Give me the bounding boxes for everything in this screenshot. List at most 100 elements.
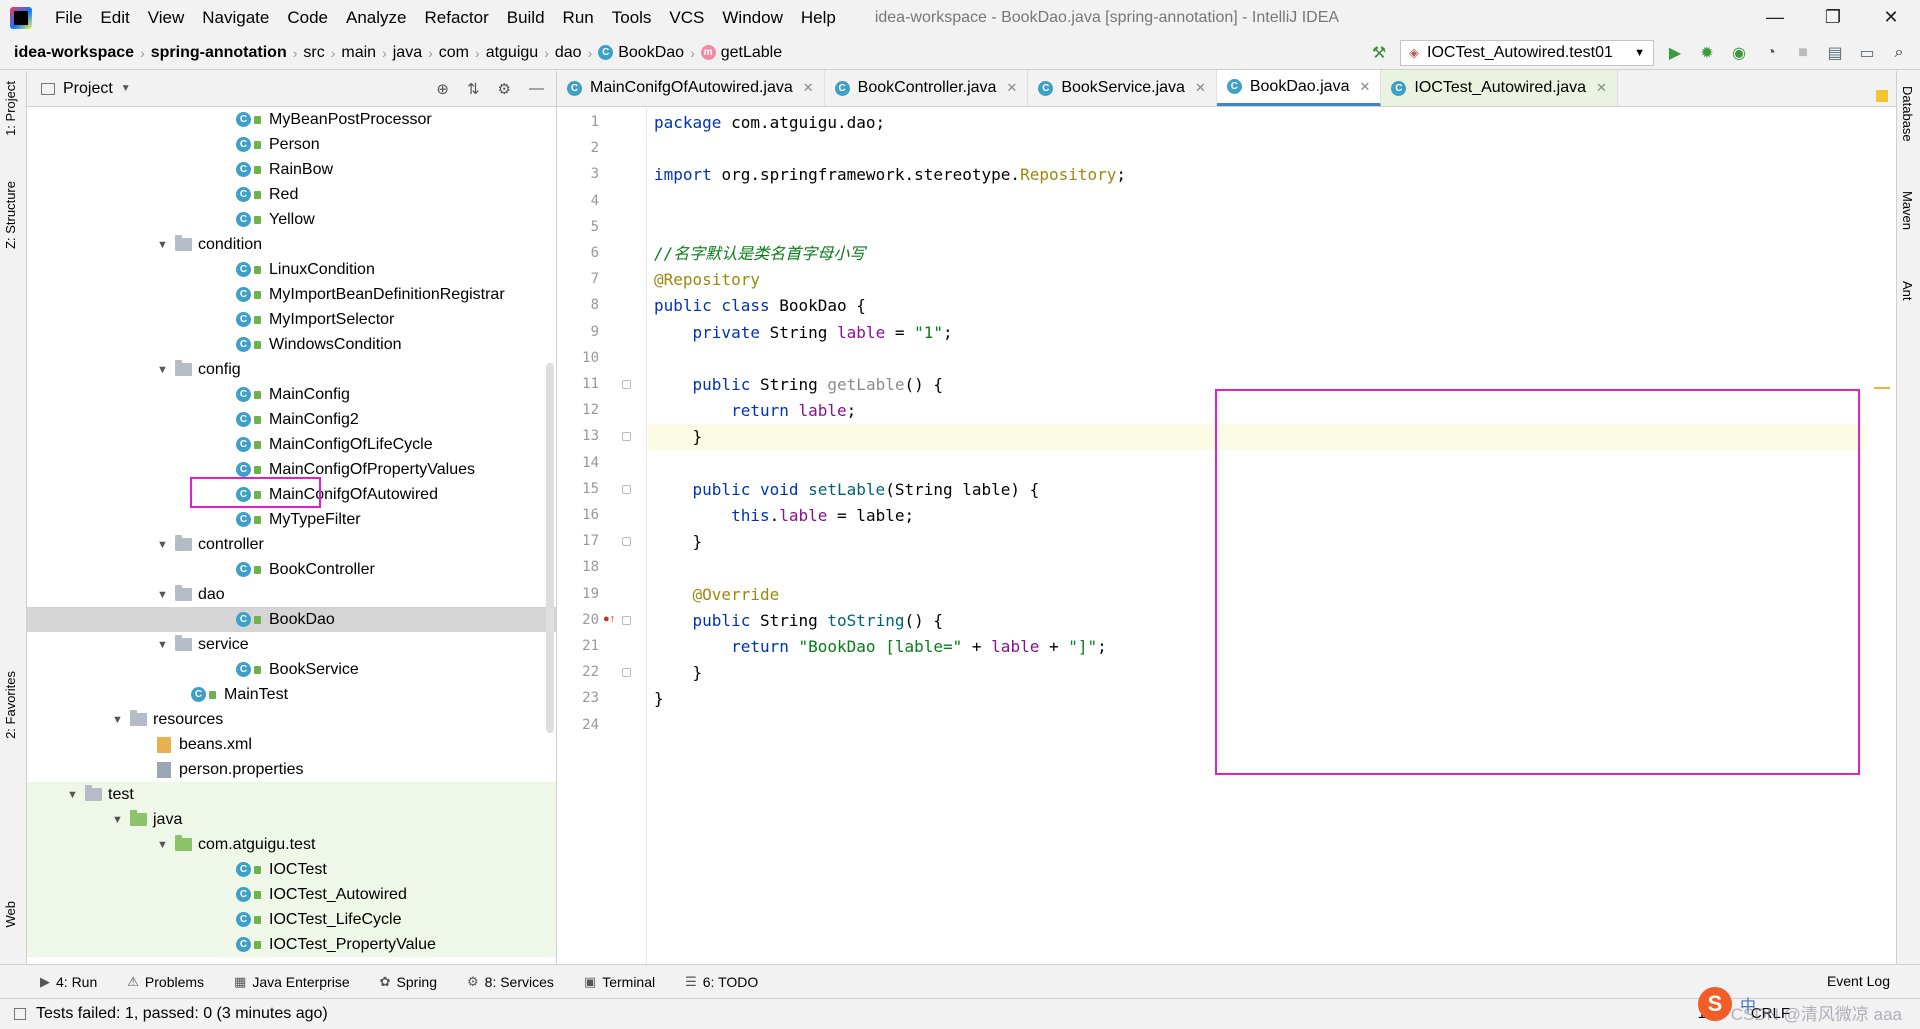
code-line[interactable] [648,451,1866,477]
project-tool-tab[interactable]: 1: Project [3,81,18,136]
tree-item[interactable]: ▼ resources [27,707,556,732]
editor-tab[interactable]: C BookController.java ✕ [825,70,1029,106]
menu-item-refactor[interactable]: Refactor [415,8,497,28]
tree-item[interactable]: C LinuxCondition [27,257,556,282]
menu-item-tools[interactable]: Tools [603,8,661,28]
tool-window-button[interactable]: ☰ 6: TODO [685,974,758,990]
code-line[interactable]: public class BookDao { [648,293,1866,319]
tool-window-button[interactable]: ⚙ 8: Services [467,974,554,990]
tree-item[interactable]: ▼ service [27,632,556,657]
breadcrumb-item[interactable]: BookDao [618,44,684,62]
fold-marker-icon[interactable] [622,380,631,389]
project-panel-title[interactable]: Project [63,80,113,98]
editor-tab[interactable]: C MainConifgOfAutowired.java ✕ [557,70,825,106]
tool-window-button[interactable]: ▣ Terminal [584,974,655,990]
code-line[interactable]: @Override [648,582,1866,608]
tree-scrollbar[interactable] [546,363,554,733]
stop-icon[interactable]: ■ [1792,42,1814,64]
build-hammer-icon[interactable]: ⚒ [1368,42,1390,64]
tree-item[interactable]: person.properties [27,757,556,782]
fold-marker-icon[interactable] [622,432,631,442]
code-editor[interactable]: package com.atguigu.dao; import org.sprin… [648,108,1866,964]
tree-item[interactable]: C MyBeanPostProcessor [27,107,556,132]
hide-icon[interactable]: — [529,80,544,98]
menu-item-build[interactable]: Build [498,8,554,28]
minimize-button[interactable]: — [1746,0,1804,36]
tree-item[interactable]: ▼ controller [27,532,556,557]
menu-item-edit[interactable]: Edit [91,8,138,28]
chevron-down-icon[interactable]: ▼ [121,83,131,94]
code-line[interactable]: package com.atguigu.dao; [648,110,1866,136]
close-icon[interactable]: ✕ [1006,80,1017,96]
tree-item[interactable]: C MyImportBeanDefinitionRegistrar [27,282,556,307]
expand-triangle-icon[interactable]: ▼ [112,714,130,726]
breadcrumb-item[interactable]: dao [555,44,582,62]
tree-item[interactable]: C MainConfig [27,382,556,407]
expand-triangle-icon[interactable]: ▼ [157,239,175,251]
menu-item-window[interactable]: Window [713,8,791,28]
tool-window-button[interactable]: ▦ Java Enterprise [234,974,350,990]
expand-triangle-icon[interactable]: ▼ [157,839,175,851]
expand-triangle-icon[interactable]: ▼ [157,539,175,551]
tree-item[interactable]: C IOCTest_Autowired [27,882,556,907]
code-line[interactable]: import org.springframework.stereotype.Re… [648,162,1866,188]
event-log-button[interactable]: Event Log [1827,973,1890,989]
tree-item[interactable]: C BookService [27,657,556,682]
tree-item[interactable]: C MainTest [27,682,556,707]
tree-item[interactable]: ▼ com.atguigu.test [27,832,556,857]
breadcrumb-item[interactable]: idea-workspace [14,44,134,62]
layout-icon[interactable]: ▭ [1856,42,1878,64]
code-line[interactable] [648,713,1866,739]
menu-item-view[interactable]: View [139,8,194,28]
close-icon[interactable]: ✕ [1359,79,1370,95]
tool-window-button[interactable]: ✿ Spring [380,974,437,990]
menu-item-analyze[interactable]: Analyze [337,8,415,28]
close-icon[interactable]: ✕ [1596,80,1607,96]
expand-triangle-icon[interactable]: ▼ [157,364,175,376]
editor-tab[interactable]: C IOCTest_Autowired.java ✕ [1381,70,1618,106]
profile-icon[interactable]: ◔ [1760,42,1782,64]
project-structure-icon[interactable]: ▤ [1824,42,1846,64]
caret-position[interactable]: 13:6 [1698,1005,1727,1022]
code-line[interactable]: //名字默认是类名首字母小写 [648,241,1866,267]
menu-item-run[interactable]: Run [554,8,603,28]
coverage-icon[interactable]: ◉ [1728,42,1750,64]
breadcrumb-item[interactable]: main [341,44,376,62]
expand-triangle-icon[interactable]: ▼ [112,814,130,826]
code-line[interactable]: } [648,424,1866,451]
menu-item-navigate[interactable]: Navigate [193,8,278,28]
tree-item[interactable]: beans.xml [27,732,556,757]
code-line[interactable]: this.lable = lable; [648,503,1866,529]
code-line[interactable]: @Repository [648,267,1866,293]
code-line[interactable] [648,555,1866,581]
structure-tool-tab[interactable]: Z: Structure [3,181,18,249]
restore-button[interactable]: ❐ [1804,0,1862,36]
tree-item[interactable]: C IOCTest_LifeCycle [27,907,556,932]
debug-icon[interactable]: ✹ [1696,42,1718,64]
menu-item-vcs[interactable]: VCS [660,8,713,28]
tree-item[interactable]: C Yellow [27,207,556,232]
database-tool-tab[interactable]: Database [1900,86,1915,142]
code-line[interactable]: public String toString() { [648,608,1866,634]
expand-triangle-icon[interactable]: ▼ [157,639,175,651]
menu-item-file[interactable]: File [46,8,91,28]
tree-item[interactable]: C RainBow [27,157,556,182]
status-message[interactable]: Tests failed: 1, passed: 0 (3 minutes ag… [36,1005,328,1023]
maven-tool-tab[interactable]: Maven [1900,191,1915,230]
fold-marker-icon[interactable] [622,615,631,625]
ant-tool-tab[interactable]: Ant [1900,281,1915,301]
tool-window-button[interactable]: ⚠ Problems [127,974,204,990]
tool-window-button[interactable]: ▶ 4: Run [40,974,97,990]
run-icon[interactable]: ▶ [1664,42,1686,64]
close-icon[interactable]: ✕ [803,80,814,96]
tree-item[interactable]: C WindowsCondition [27,332,556,357]
code-line[interactable] [648,346,1866,372]
breadcrumb-item[interactable]: com [439,44,469,62]
code-line[interactable]: public String getLable() { [648,372,1866,398]
status-toggle-icon[interactable] [14,1008,26,1020]
tree-item[interactable]: ▼ java [27,807,556,832]
run-configuration-select[interactable]: ◈ IOCTest_Autowired.test01 ▼ [1400,40,1654,66]
code-line[interactable]: public void setLable(String lable) { [648,477,1866,503]
tree-item[interactable]: ▼ dao [27,582,556,607]
tree-item[interactable]: C Red [27,182,556,207]
